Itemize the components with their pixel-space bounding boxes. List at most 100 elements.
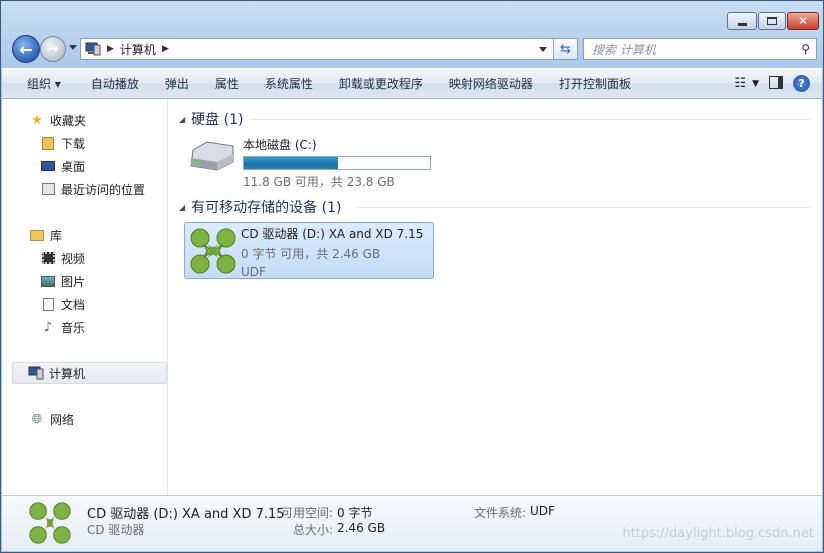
group-title: 有可移动存储的设备 (1): [191, 200, 342, 216]
window-controls: ✕: [727, 12, 819, 30]
pictures-icon: [40, 273, 56, 289]
preview-pane-button[interactable]: [769, 75, 783, 92]
free-space-value: 0 字节: [337, 506, 373, 520]
nav-documents[interactable]: 文档: [40, 294, 85, 314]
content-area: ★ 收藏夹 下载 桌面 最近访问的位置 库 视频 图片 文档 ♪ 音乐 计算机 🌐︎…: [2, 99, 822, 495]
watermark: https://daylight.blog.csdn.net: [622, 526, 814, 541]
cd-drive-info: CD 驱动器 (D:) XA and XD 7.15 0 字节 可用，共 2.4…: [241, 225, 423, 279]
refresh-button[interactable]: ⇆: [554, 38, 578, 60]
maximize-button[interactable]: [758, 12, 786, 30]
preview-pane-icon: [769, 75, 783, 89]
close-button[interactable]: ✕: [787, 12, 819, 30]
properties-button[interactable]: 属性: [215, 75, 255, 92]
citrix-cd-icon: [29, 502, 71, 544]
nav-label: 视频: [61, 251, 86, 266]
nav-label: 桌面: [61, 159, 86, 174]
recent-places-icon: [40, 181, 56, 197]
library-icon: [29, 227, 45, 243]
back-arrow-icon: ←: [19, 39, 33, 59]
nav-recent[interactable]: 最近访问的位置: [40, 179, 145, 199]
breadcrumb-chevron-icon: ▶: [107, 44, 114, 54]
minimize-icon: [737, 22, 747, 26]
file-system-label: 文件系统:: [474, 506, 527, 520]
collapse-triangle-icon: ◢: [179, 202, 186, 212]
toolbar-right: ☷ ▼ ?: [734, 75, 810, 92]
breadcrumb-computer[interactable]: 计算机: [120, 41, 156, 58]
view-options-button[interactable]: ☷ ▼: [734, 76, 759, 91]
nav-videos[interactable]: 视频: [40, 248, 85, 268]
cd-drive-item[interactable]: CD 驱动器 (D:) XA and XD 7.15 0 字节 可用，共 2.4…: [184, 222, 434, 279]
details-pane: CD 驱动器 (D:) XA and XD 7.15 CD 驱动器 可用空间: …: [2, 495, 822, 551]
nav-downloads[interactable]: 下载: [40, 133, 85, 153]
total-size-value: 2.46 GB: [337, 521, 386, 535]
recent-pages-dropdown[interactable]: [69, 45, 77, 50]
desktop-icon: [40, 158, 56, 174]
nav-label: 收藏夹: [50, 113, 87, 128]
back-button[interactable]: ←: [12, 35, 40, 63]
nav-label: 计算机: [49, 366, 86, 381]
downloads-folder-icon: [40, 135, 56, 151]
group-header-hdd[interactable]: ◢ 硬盘 (1): [179, 109, 243, 129]
nav-music[interactable]: ♪ 音乐: [40, 317, 85, 337]
forward-button[interactable]: →: [40, 36, 66, 62]
group-header-removable[interactable]: ◢ 有可移动存储的设备 (1): [179, 197, 341, 217]
nav-label: 库: [50, 228, 63, 243]
minimize-button[interactable]: [727, 12, 757, 30]
eject-button[interactable]: 弹出: [165, 75, 205, 92]
chevron-down-icon: ▼: [752, 78, 759, 89]
search-input[interactable]: 搜索 计算机 ⚲: [583, 38, 817, 60]
group-title: 硬盘 (1): [191, 112, 244, 128]
uninstall-button[interactable]: 卸载或更改程序: [339, 75, 439, 92]
nav-label: 网络: [50, 412, 75, 427]
local-disk-usage-bar: [243, 156, 431, 170]
control-panel-button[interactable]: 打开控制面板: [559, 75, 647, 92]
view-icon: ☷: [734, 76, 747, 91]
nav-label: 最近访问的位置: [61, 182, 146, 197]
nav-favorites[interactable]: ★ 收藏夹: [29, 110, 86, 130]
computer-icon: [28, 365, 44, 381]
organize-button[interactable]: 组织 ▾: [27, 75, 77, 92]
group-divider: [251, 119, 810, 120]
network-globe-icon: 🌐︎: [31, 411, 43, 427]
forward-arrow-icon: →: [47, 41, 59, 57]
local-disk-item[interactable]: 本地磁盘 (C:) 11.8 GB 可用，共 23.8 GB: [187, 136, 431, 190]
cd-drive-name: CD 驱动器 (D:) XA and XD 7.15: [241, 227, 424, 241]
breadcrumb-chevron-icon[interactable]: ▶: [162, 44, 169, 54]
address-row: ← → ▶ 计算机 ▶ ⇆ 搜索 计算机 ⚲: [9, 35, 817, 63]
local-disk-info: 本地磁盘 (C:) 11.8 GB 可用，共 23.8 GB: [243, 136, 431, 190]
refresh-icon: ⇆: [560, 41, 571, 57]
address-bar[interactable]: ▶ 计算机 ▶: [80, 38, 554, 60]
nav-label: 图片: [61, 274, 86, 289]
search-placeholder: 搜索 计算机: [592, 42, 656, 57]
local-disk-space: 11.8 GB 可用，共 23.8 GB: [243, 175, 395, 189]
local-disk-name: 本地磁盘 (C:): [243, 138, 317, 152]
nav-desktop[interactable]: 桌面: [40, 156, 85, 176]
total-size-label: 总大小:: [293, 523, 334, 537]
nav-computer[interactable]: 计算机: [12, 362, 167, 384]
usage-fill: [244, 157, 338, 169]
command-bar: 组织 ▾ 自动播放 弹出 属性 系统属性 卸载或更改程序 映射网络驱动器 打开控…: [2, 68, 822, 99]
cd-drive-space: 0 字节 可用，共 2.46 GB: [241, 247, 381, 261]
nav-libraries[interactable]: 库: [29, 225, 62, 245]
cd-drive-fs: UDF: [241, 265, 266, 279]
collapse-triangle-icon: ◢: [179, 114, 186, 124]
autoplay-button[interactable]: 自动播放: [91, 75, 155, 92]
maximize-icon: [767, 17, 777, 25]
help-button[interactable]: ?: [793, 75, 810, 92]
nav-label: 音乐: [61, 320, 86, 335]
address-dropdown-icon[interactable]: [539, 47, 547, 52]
details-title: CD 驱动器 (D:) XA and XD 7.15: [87, 507, 285, 522]
system-properties-button[interactable]: 系统属性: [265, 75, 329, 92]
hard-drive-icon: [190, 141, 234, 171]
map-network-drive-button[interactable]: 映射网络驱动器: [449, 75, 549, 92]
items-view: ◢ 硬盘 (1) 本地磁盘 (C:) 11.8 GB 可用，共 23.8 GB ◢…: [169, 99, 822, 495]
nav-label: 下载: [61, 136, 86, 151]
free-space-label: 可用空间:: [281, 506, 334, 520]
documents-icon: [40, 296, 56, 312]
nav-network[interactable]: 🌐︎ 网络: [29, 409, 74, 429]
video-icon: [40, 250, 56, 266]
search-icon: ⚲: [801, 42, 810, 56]
nav-pictures[interactable]: 图片: [40, 271, 85, 291]
nav-label: 文档: [61, 297, 86, 312]
star-icon: ★: [31, 112, 43, 128]
